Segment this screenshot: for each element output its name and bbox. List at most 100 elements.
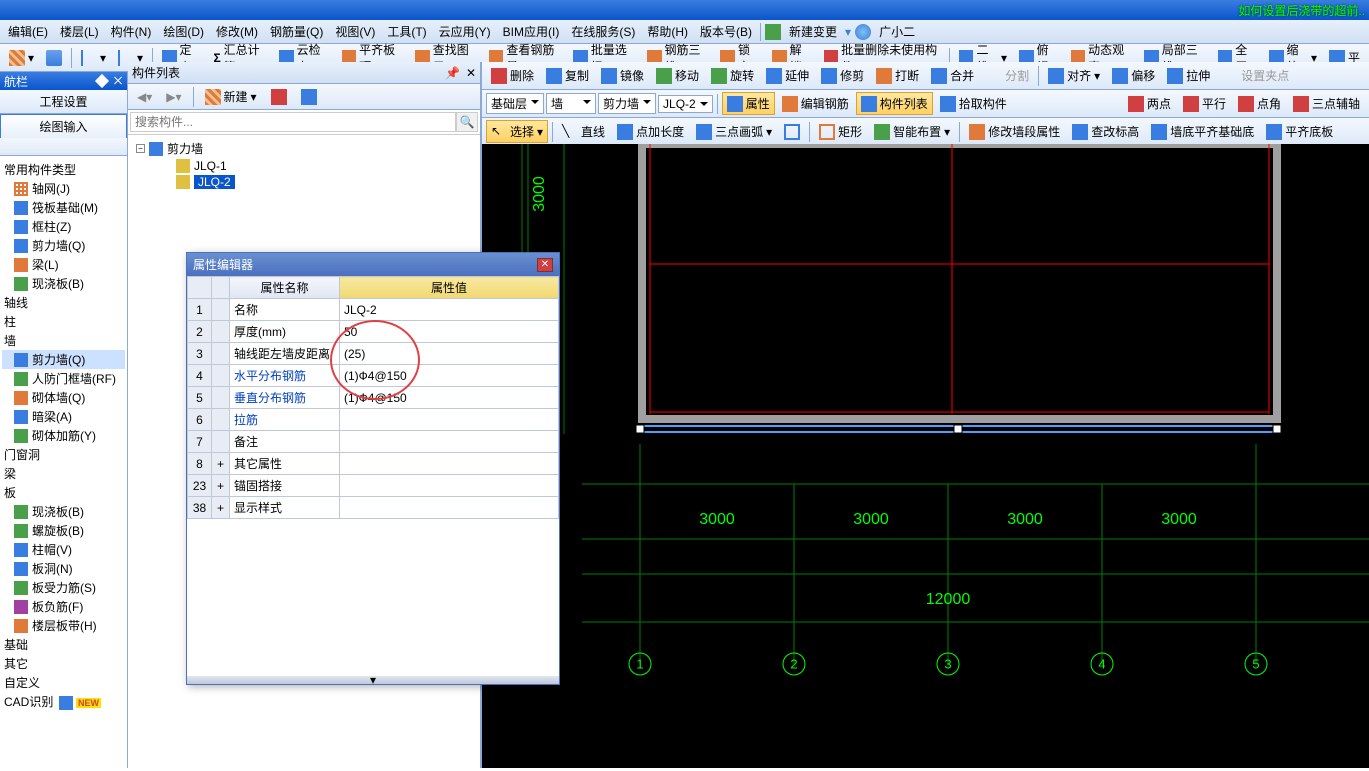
tree-item-jlq1[interactable]: JLQ-1 — [132, 158, 476, 174]
nav-item-frame-col[interactable]: 框柱(Z) — [2, 217, 125, 236]
nav-group-wall[interactable]: 墙 — [2, 331, 125, 350]
nav-group-slab2[interactable]: 板 — [2, 483, 125, 502]
property-dialog-title-bar[interactable]: 属性编辑器 ✕ — [187, 253, 559, 276]
btn-trim[interactable]: 修剪 — [816, 64, 869, 87]
nav-group-opening[interactable]: 门窗洞 — [2, 445, 125, 464]
nav-item-slab[interactable]: 现浇板(B) — [2, 274, 125, 293]
nav-item-cast-slab[interactable]: 现浇板(B) — [2, 502, 125, 521]
property-row[interactable]: 38+显示样式 — [188, 497, 559, 519]
btn-offset[interactable]: 偏移 — [1107, 64, 1160, 87]
property-row[interactable]: 1名称JLQ-2 — [188, 299, 559, 321]
nav-group-cad[interactable]: CAD识别 NEW — [2, 692, 125, 711]
btn-comp-list[interactable]: 构件列表 — [856, 92, 933, 115]
nav-group-beam2[interactable]: 梁 — [2, 464, 125, 483]
tree-root[interactable]: −剪力墙 — [132, 139, 476, 158]
property-editor-dialog[interactable]: 属性编辑器 ✕ 属性名称 属性值 1名称JLQ-22厚度(mm)503轴线距左墙… — [186, 252, 560, 685]
nav-item-cap[interactable]: 柱帽(V) — [2, 540, 125, 559]
nav-item-floor-strip[interactable]: 楼层板带(H) — [2, 616, 125, 635]
tab-draw-input[interactable]: 绘图输入 — [0, 114, 127, 138]
btn-parallel[interactable]: 平行 — [1178, 92, 1231, 115]
btn-fwd[interactable]: ▶▾ — [161, 87, 186, 107]
dd-component[interactable]: JLQ-2 — [658, 95, 713, 113]
property-row[interactable]: 3轴线距左墙皮距离(25) — [188, 343, 559, 365]
btn-stretch[interactable]: 拉伸 — [1162, 64, 1215, 87]
nav-group-column[interactable]: 柱 — [2, 312, 125, 331]
dd-floor[interactable]: 基础层 — [486, 93, 544, 114]
btn-line[interactable]: ╲直线 — [557, 120, 610, 143]
btn-mirror[interactable]: 镜像 — [596, 64, 649, 87]
btn-pt-angle[interactable]: 点角 — [1233, 92, 1286, 115]
btn-arc3[interactable]: 三点画弧▾ — [691, 120, 777, 143]
btn-three-pt[interactable]: 三点辅轴 — [1288, 92, 1365, 115]
btn-modify-wall[interactable]: 修改墙段属性 — [964, 120, 1065, 143]
tree-item-jlq2[interactable]: JLQ-2 — [132, 174, 476, 190]
search-button[interactable]: 🔍 — [456, 112, 478, 132]
btn-two-point[interactable]: 两点 — [1123, 92, 1176, 115]
nav-item-rf-wall[interactable]: 人防门框墙(RF) — [2, 369, 125, 388]
btn-rect[interactable]: 矩形 — [814, 120, 867, 143]
nav-item-neg-rebar[interactable]: 板负筋(F) — [2, 597, 125, 616]
drawing-canvas[interactable]: 3000 3000 3000 3000 3000 12000 1 2 3 4 5 — [482, 144, 1369, 768]
nav-item-slab-rebar[interactable]: 板受力筋(S) — [2, 578, 125, 597]
nav-item-raft[interactable]: 筏板基础(M) — [2, 198, 125, 217]
btn-edit-rebar[interactable]: 编辑钢筋 — [777, 92, 854, 115]
nav-group-axis[interactable]: 轴线 — [2, 293, 125, 312]
property-row[interactable]: 5垂直分布钢筋(1)Ф4@150 — [188, 387, 559, 409]
btn-pick-comp[interactable]: 拾取构件 — [935, 92, 1012, 115]
nav-item-shearwall-q[interactable]: 剪力墙(Q) — [2, 350, 125, 369]
nav-item-beam[interactable]: 梁(L) — [2, 255, 125, 274]
nav-item-masonry[interactable]: 砌体墙(Q) — [2, 388, 125, 407]
resize-handle[interactable]: ▾ — [187, 676, 559, 684]
btn-check-elev[interactable]: 查改标高 — [1067, 120, 1144, 143]
btn-align[interactable]: 对齐▾ — [1043, 64, 1105, 87]
property-row[interactable]: 6拉筋 — [188, 409, 559, 431]
close-icon[interactable] — [113, 76, 123, 86]
close-icon[interactable]: ✕ — [466, 66, 476, 80]
nav-group-foundation[interactable]: 基础 — [2, 635, 125, 654]
property-row[interactable]: 8+其它属性 — [188, 453, 559, 475]
menu-edit[interactable]: 编辑(E) — [4, 21, 52, 42]
nav-item-hidden-beam[interactable]: 暗梁(A) — [2, 407, 125, 426]
help-link[interactable]: 如何设置后浇带的超前.. — [1238, 2, 1365, 19]
nav-group-other[interactable]: 其它 — [2, 654, 125, 673]
btn-delete[interactable]: 删除 — [486, 64, 539, 87]
btn-flat-bottom[interactable]: 平齐底板 — [1261, 120, 1338, 143]
dd-category[interactable]: 墙 — [546, 93, 596, 114]
btn-delete-comp[interactable] — [266, 86, 292, 108]
search-input[interactable] — [130, 112, 456, 132]
btn-set-grip[interactable]: 设置夹点 — [1217, 64, 1294, 87]
property-row[interactable]: 7备注 — [188, 431, 559, 453]
btn-copy[interactable]: 复制 — [541, 64, 594, 87]
pin-icon[interactable]: 📌 — [445, 66, 460, 80]
nav-item-masonry-rebar[interactable]: 砌体加筋(Y) — [2, 426, 125, 445]
btn-rect-tool[interactable] — [779, 121, 805, 143]
btn-smart-layout[interactable]: 智能布置▾ — [869, 120, 955, 143]
menu-component[interactable]: 构件(N) — [107, 21, 156, 42]
btn-point-len[interactable]: 点加长度 — [612, 120, 689, 143]
property-row[interactable]: 2厚度(mm)50 — [188, 321, 559, 343]
nav-item-slab-hole[interactable]: 板洞(N) — [2, 559, 125, 578]
nav-group-custom[interactable]: 自定义 — [2, 673, 125, 692]
menu-floor[interactable]: 楼层(L) — [56, 21, 103, 42]
btn-undo[interactable]: ▾ — [76, 47, 111, 69]
btn-rotate[interactable]: 旋转 — [706, 64, 759, 87]
btn-break[interactable]: 打断 — [871, 64, 924, 87]
btn-properties[interactable]: 属性 — [722, 92, 775, 115]
property-row[interactable]: 4水平分布钢筋(1)Ф4@150 — [188, 365, 559, 387]
dd-type[interactable]: 剪力墙 — [598, 93, 656, 114]
btn-copy-comp[interactable] — [296, 86, 322, 108]
btn-split[interactable]: 分割 — [981, 64, 1034, 87]
nav-item-shearwall[interactable]: 剪力墙(Q) — [2, 236, 125, 255]
btn-merge[interactable]: 合并 — [926, 64, 979, 87]
btn-save[interactable] — [41, 47, 67, 69]
close-button[interactable]: ✕ — [537, 258, 553, 272]
btn-extend[interactable]: 延伸 — [761, 64, 814, 87]
tab-project-settings[interactable]: 工程设置 — [0, 90, 127, 114]
btn-back[interactable]: ◀▾ — [132, 87, 157, 107]
nav-item-axis-grid[interactable]: 轴网(J) — [2, 179, 125, 198]
pin-icon[interactable] — [95, 74, 109, 88]
btn-select[interactable]: ↖选择▾ — [486, 120, 548, 143]
btn-base-flat[interactable]: 墙底平齐基础底 — [1146, 120, 1259, 143]
btn-new[interactable]: ▾ — [4, 47, 39, 69]
btn-new-component[interactable]: 新建▾ — [200, 85, 262, 108]
